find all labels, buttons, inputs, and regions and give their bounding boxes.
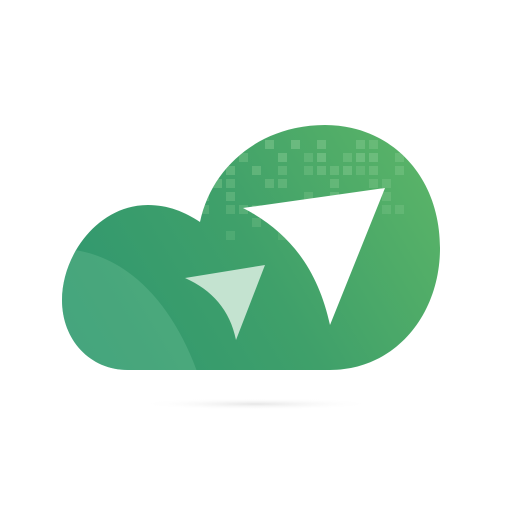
- grid-square: [304, 166, 313, 175]
- grid-square: [317, 153, 326, 162]
- grid-square: [395, 140, 404, 149]
- grid-square: [382, 179, 391, 188]
- grid-square: [356, 166, 365, 175]
- grid-square: [226, 192, 235, 201]
- grid-square: [369, 166, 378, 175]
- grid-square: [343, 153, 352, 162]
- grid-square: [291, 140, 300, 149]
- grid-square: [226, 140, 235, 149]
- grid-square: [265, 179, 274, 188]
- grid-square: [317, 166, 326, 175]
- grid-square: [278, 153, 287, 162]
- grid-square: [395, 153, 404, 162]
- grid-square: [369, 179, 378, 188]
- grid-square: [343, 166, 352, 175]
- grid-square: [226, 231, 235, 240]
- grid-square: [356, 140, 365, 149]
- grid-square: [304, 153, 313, 162]
- grid-square: [200, 192, 209, 201]
- grid-square: [369, 153, 378, 162]
- grid-square: [252, 166, 261, 175]
- grid-square: [200, 205, 209, 214]
- grid-square: [369, 140, 378, 149]
- grid-square: [200, 140, 209, 149]
- grid-square: [265, 140, 274, 149]
- grid-square: [330, 179, 339, 188]
- grid-square: [395, 205, 404, 214]
- cloud-paper-plane-logo: [62, 125, 440, 410]
- grid-square: [239, 140, 248, 149]
- grid-square: [213, 179, 222, 188]
- grid-square: [330, 166, 339, 175]
- grid-square: [356, 153, 365, 162]
- grid-square: [317, 140, 326, 149]
- grid-square: [226, 205, 235, 214]
- grid-square: [200, 166, 209, 175]
- grid-square: [200, 153, 209, 162]
- grid-square: [252, 218, 261, 227]
- grid-square: [226, 166, 235, 175]
- grid-square: [226, 179, 235, 188]
- grid-square: [239, 153, 248, 162]
- grid-square: [382, 192, 391, 201]
- grid-square: [278, 179, 287, 188]
- grid-square: [395, 166, 404, 175]
- grid-square: [278, 166, 287, 175]
- ground-shadow: [138, 398, 374, 410]
- app-logo: [0, 0, 512, 512]
- grid-square: [382, 205, 391, 214]
